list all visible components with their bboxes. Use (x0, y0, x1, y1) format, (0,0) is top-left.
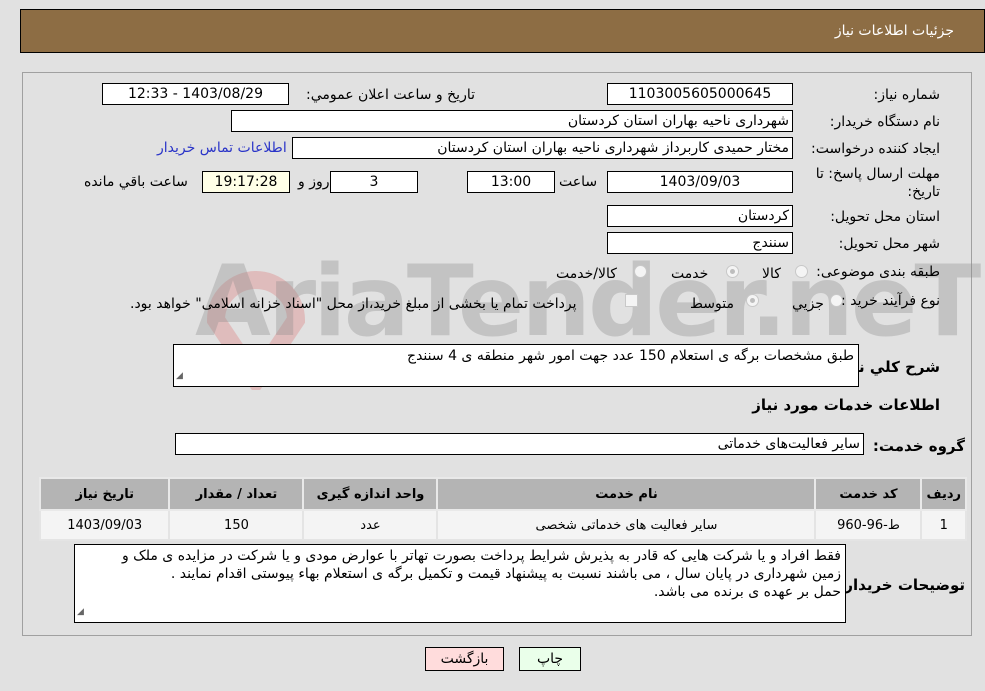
treasury-note: پرداخت تمام یا بخشی از مبلغ خرید،از محل … (130, 296, 577, 312)
deadline-label: مهلت ارسال پاسخ: تا تاریخ: (815, 166, 940, 200)
buyer-notes-line: فقط افراد و یا شرکت هایی که قادر به پذیر… (121, 548, 841, 564)
announce-field[interactable]: 1403/08/29 - 12:33 (102, 83, 289, 105)
back-button[interactable]: بازگشت (425, 647, 504, 671)
remaining-time-field[interactable]: 19:17:28 (202, 171, 290, 193)
table-header-row: ردیف کد خدمت نام خدمت واحد اندازه گیری ت… (38, 477, 967, 511)
resize-grip-icon[interactable]: ◢ (77, 603, 84, 621)
city-field[interactable]: سنندج (607, 232, 793, 254)
page-header: جزئیات اطلاعات نیاز (20, 9, 985, 53)
need-number-field[interactable]: 1103005605000645 (607, 83, 793, 105)
buyer-notes-line: زمین شهرداری در پایان سال ، می باشند نسب… (170, 566, 841, 582)
cell-row-number: 1 (920, 509, 967, 541)
cell-unit: عدد (302, 509, 439, 541)
province-label: استان محل تحویل: (830, 209, 940, 225)
process-radio-medium[interactable] (746, 294, 759, 307)
category-option-goods: کالا (762, 266, 781, 282)
remaining-label: ساعت باقي مانده (84, 174, 188, 190)
cell-service-name: سایر فعالیت های خدماتی شخصی (436, 509, 817, 541)
table-row: 1 ط-96-960 سایر فعالیت های خدماتی شخصی ع… (38, 509, 967, 541)
category-label: طبقه بندی موضوعی: (816, 264, 940, 280)
deadline-time-field[interactable]: 13:00 (467, 171, 555, 193)
requester-label: ایجاد کننده درخواست: (811, 141, 940, 157)
cell-service-code: ط-96-960 (814, 509, 923, 541)
requester-field[interactable]: مختار حمیدی کاربرداز شهرداری ناحیه بهارا… (292, 137, 793, 159)
col-header-quantity: تعداد / مقدار (168, 477, 305, 511)
process-option-medium: متوسط (690, 296, 734, 312)
province-field[interactable]: کردستان (607, 205, 793, 227)
category-radio-goods-service[interactable] (634, 265, 647, 278)
col-header-service-name: نام خدمت (436, 477, 817, 511)
category-radio-service[interactable] (726, 265, 739, 278)
col-header-unit: واحد اندازه گیری (302, 477, 439, 511)
buyer-notes-textarea[interactable]: فقط افراد و یا شرکت هایی که قادر به پذیر… (74, 544, 846, 623)
service-group-label: گروه خدمت: (872, 437, 965, 455)
process-option-minor: جزيي (792, 296, 824, 312)
buyer-contact-link[interactable]: اطلاعات تماس خریدار (157, 140, 287, 156)
deadline-date-field[interactable]: 1403/09/03 (607, 171, 793, 193)
buyer-org-label: نام دستگاه خریدار: (829, 114, 940, 130)
service-group-field[interactable]: سایر فعالیت‌های خدماتی (175, 433, 864, 455)
process-radio-minor[interactable] (830, 294, 843, 307)
description-textarea[interactable]: طبق مشخصات برگه ی استعلام 150 عدد جهت ام… (173, 344, 859, 387)
print-button[interactable]: چاپ (519, 647, 581, 671)
deadline-time-label: ساعت (559, 174, 598, 190)
treasury-checkbox[interactable] (625, 294, 638, 307)
cell-need-date: 1403/09/03 (38, 509, 171, 541)
cell-quantity: 150 (168, 509, 305, 541)
process-label: نوع فرآیند خرید : (841, 293, 940, 309)
col-header-row-number: ردیف (920, 477, 967, 511)
days-remaining-field[interactable]: 3 (330, 171, 418, 193)
description-text: طبق مشخصات برگه ی استعلام 150 عدد جهت ام… (407, 348, 854, 364)
buyer-notes-line: حمل بر عهده ی برنده می باشد. (653, 584, 841, 600)
need-number-label: شماره نیاز: (873, 87, 941, 103)
buyer-org-field[interactable]: شهرداری ناحیه بهاران استان کردستان (231, 110, 793, 132)
announce-label: تاریخ و ساعت اعلان عمومي: (306, 87, 475, 103)
col-header-need-date: تاریخ نیاز (38, 477, 171, 511)
buyer-notes-label: توضیحات خریدار: (838, 576, 965, 594)
resize-grip-icon[interactable]: ◢ (176, 367, 183, 385)
days-label: روز و (298, 174, 330, 190)
page-title: جزئیات اطلاعات نیاز (834, 23, 954, 39)
services-table: ردیف کد خدمت نام خدمت واحد اندازه گیری ت… (38, 477, 967, 541)
col-header-service-code: کد خدمت (814, 477, 923, 511)
category-option-goods-service: کالا/خدمت (556, 266, 617, 282)
services-section-title: اطلاعات خدمات مورد نیاز (752, 396, 940, 414)
category-option-service: خدمت (671, 266, 709, 282)
city-label: شهر محل تحویل: (838, 236, 940, 252)
category-radio-goods[interactable] (795, 265, 808, 278)
